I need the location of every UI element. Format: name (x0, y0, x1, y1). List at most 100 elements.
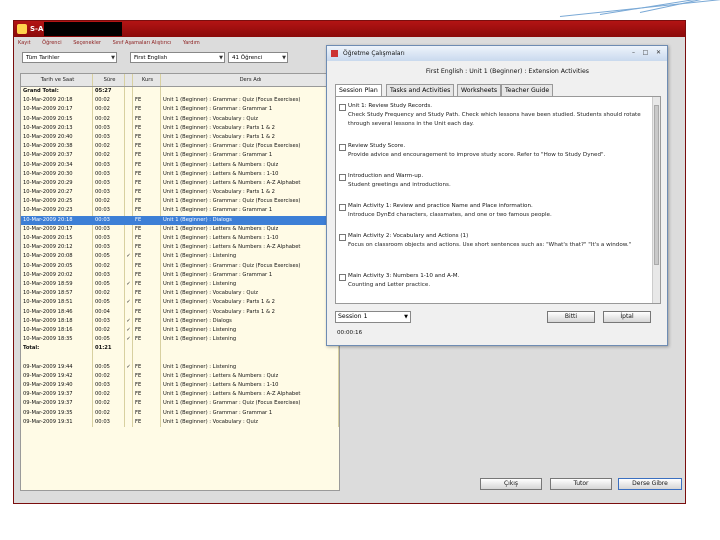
cell-duration: 00:03 (93, 169, 125, 179)
table-row[interactable]: 10-Mar-2009 18:57 00:02 FE Unit 1 (Beginner… (21, 289, 339, 299)
column-header-flag[interactable] (125, 74, 133, 86)
menu-item-class-stages[interactable]: Sınıf Aşamaları Alıştırıcı (113, 40, 172, 46)
course-select[interactable]: First English ▼ (130, 52, 225, 63)
cell-date: 10-Mar-2009 20:15 (21, 114, 93, 124)
table-row[interactable]: 10-Mar-2009 18:46 00:04 FE Unit 1 (Beginner… (21, 307, 339, 317)
plan-item-checkbox[interactable] (339, 274, 346, 281)
table-row[interactable]: 09-Mar-2009 19:31 00:03 FE Unit 1 (Beginner… (21, 417, 339, 427)
table-row[interactable]: 10-Mar-2009 20:05 00:02 FE Unit 1 (Beginner… (21, 261, 339, 271)
cell-duration: 00:02 (93, 151, 125, 161)
column-header-duration[interactable]: Süre (93, 74, 125, 86)
exit-button[interactable]: Çıkış (480, 478, 542, 490)
column-header-course[interactable]: Kurs (133, 74, 161, 86)
scrollbar-thumb[interactable] (654, 105, 659, 265)
cell-flag (125, 289, 133, 299)
table-row[interactable]: 10-Mar-2009 20:02 00:03 FE Unit 1 (Beginner… (21, 270, 339, 280)
plan-item-checkbox[interactable] (339, 204, 346, 211)
grand-total-row: Grand Total: 05:27 (21, 87, 339, 97)
column-header-lesson[interactable]: Ders Adı (161, 74, 339, 86)
table-row[interactable]: 10-Mar-2009 20:40 00:03 FE Unit 1 (Beginner… (21, 132, 339, 143)
table-row[interactable]: 09-Mar-2009 19:37 00:02 FE Unit 1 (Beginner… (21, 399, 339, 409)
plan-item-title: Review Study Score. (348, 143, 406, 149)
table-row[interactable]: 10-Mar-2009 18:51 00:05 ✓ FE Unit 1 (Beginne… (21, 298, 339, 308)
cell-course: FE (133, 325, 161, 336)
table-row[interactable]: 10-Mar-2009 20:23 00:03 FE Unit 1 (Beginner… (21, 206, 339, 216)
table-row[interactable]: 09-Mar-2009 19:40 00:03 FE Unit 1 (Beginner… (21, 381, 339, 391)
cell-course: FE (133, 197, 161, 207)
cell-date: 10-Mar-2009 18:18 (21, 316, 93, 326)
menu-item-options[interactable]: Seçenekler (73, 40, 101, 46)
chevron-down-icon: ▼ (282, 55, 286, 61)
panel-scrollbar[interactable] (652, 97, 660, 303)
table-row[interactable]: 10-Mar-2009 20:37 00:02 FE Unit 1 (Beginner… (21, 151, 339, 161)
title-bar: S-A (14, 21, 685, 37)
cell-lesson: Unit 1 (Beginner) : Grammar : Grammar 1 (161, 105, 339, 115)
tab-teacher-guide[interactable]: Teacher Guide (501, 84, 554, 96)
table-row[interactable]: 10-Mar-2009 20:38 00:02 FE Unit 1 (Beginner… (21, 142, 339, 152)
table-row[interactable]: 10-Mar-2009 20:29 00:03 FE Unit 1 (Beginner… (21, 178, 339, 189)
table-row[interactable]: 10-Mar-2009 18:59 00:05 ✓ FE Unit 1 (Beginne… (21, 279, 339, 290)
cell-flag (125, 371, 133, 381)
table-row[interactable]: 10-Mar-2009 18:16 00:02 ✓ FE Unit 1 (Beginne… (21, 325, 339, 336)
column-header-date[interactable]: Tarih ve Saat (21, 74, 93, 86)
tutor-button[interactable]: Tutor (550, 478, 612, 490)
table-row[interactable]: 10-Mar-2009 20:18 00:02 FE Unit 1 (Beginner… (21, 96, 339, 106)
cell-date: 10-Mar-2009 20:13 (21, 123, 93, 133)
plan-item-desc: Introduce DynEd characters, classmates, … (348, 212, 552, 218)
cancel-button[interactable]: İptal (603, 311, 651, 323)
cell-flag (125, 169, 133, 179)
maximize-icon[interactable]: □ (640, 48, 651, 58)
date-range-select[interactable]: Tüm Tarihler ▼ (22, 52, 117, 63)
table-row[interactable]: 09-Mar-2009 19:37 00:02 FE Unit 1 (Beginner… (21, 390, 339, 400)
minimize-icon[interactable]: – (628, 48, 639, 58)
start-lesson-button[interactable]: Derse Gibre (618, 478, 682, 490)
table-row[interactable]: 10-Mar-2009 20:25 00:02 FE Unit 1 (Beginner… (21, 197, 339, 207)
table-row[interactable]: 10-Mar-2009 20:27 00:03 FE Unit 1 (Beginner… (21, 188, 339, 198)
tab-worksheets[interactable]: Worksheets (457, 84, 502, 96)
cell-duration: 00:05 (93, 298, 125, 308)
student-select[interactable]: 41 Öğrenci ▼ (228, 52, 288, 63)
cell-course: FE (133, 316, 161, 326)
table-row[interactable]: 10-Mar-2009 20:17 00:03 FE Unit 1 (Beginner… (21, 224, 339, 234)
plan-item-checkbox[interactable] (339, 144, 346, 151)
menu-item-record[interactable]: Kayıt (18, 40, 31, 46)
table-row[interactable]: 10-Mar-2009 20:17 00:02 FE Unit 1 (Beginner… (21, 105, 339, 115)
cell-flag (125, 270, 133, 280)
table-row[interactable]: 10-Mar-2009 20:08 00:05 ✓ FE Unit 1 (Beginne… (21, 252, 339, 262)
table-row[interactable]: 10-Mar-2009 20:15 00:02 FE Unit 1 (Beginner… (21, 114, 339, 124)
table-row[interactable]: 10-Mar-2009 20:30 00:03 FE Unit 1 (Beginner… (21, 169, 339, 179)
table-row[interactable]: 10-Mar-2009 20:15 00:03 FE Unit 1 (Beginner… (21, 234, 339, 244)
plan-item-checkbox[interactable] (339, 104, 346, 111)
cell-course: FE (133, 289, 161, 299)
cell-duration: 00:02 (93, 390, 125, 400)
close-icon[interactable]: ✕ (653, 48, 664, 58)
table-row[interactable]: 09-Mar-2009 19:42 00:02 FE Unit 1 (Beginner… (21, 371, 339, 381)
cell-flag: ✓ (125, 335, 133, 345)
cell-course: FE (133, 335, 161, 345)
menu-item-help[interactable]: Yardım (183, 40, 200, 46)
table-row[interactable]: 10-Mar-2009 20:12 00:03 FE Unit 1 (Beginner… (21, 243, 339, 253)
dialog-app-icon (331, 50, 338, 57)
cell-date: 10-Mar-2009 18:57 (21, 289, 93, 299)
session-select[interactable]: Session 1 ▼ (335, 311, 411, 323)
table-row[interactable]: 09-Mar-2009 19:44 00:05 ✓ FE Unit 1 (Beginne… (21, 362, 339, 372)
study-records-table: Tarih ve Saat Süre Kurs Ders Adı Grand T… (20, 73, 340, 491)
finish-button[interactable]: Bitti (547, 311, 595, 323)
table-row[interactable]: 10-Mar-2009 20:34 00:03 FE Unit 1 (Beginner… (21, 160, 339, 170)
table-row[interactable]: 10-Mar-2009 18:35 00:05 ✓ FE Unit 1 (Beginne… (21, 335, 339, 345)
cell-course: FE (133, 381, 161, 391)
tab-tasks-activities[interactable]: Tasks and Activities (386, 84, 455, 96)
cell-flag (125, 224, 133, 234)
cell-course: FE (133, 371, 161, 381)
table-row[interactable]: 10-Mar-2009 18:18 00:03 ✓ FE Unit 1 (Beginne… (21, 316, 339, 326)
menu-item-student[interactable]: Öğrenci (42, 40, 61, 46)
plan-item-checkbox[interactable] (339, 234, 346, 241)
plan-item-checkbox[interactable] (339, 174, 346, 181)
cell-duration: 00:03 (93, 243, 125, 253)
cell-course: FE (133, 261, 161, 271)
table-row[interactable]: 10-Mar-2009 20:13 00:03 FE Unit 1 (Beginner… (21, 123, 339, 133)
table-row[interactable]: 10-Mar-2009 20:18 00:03 FE Unit 1 (Beginner… (21, 215, 339, 225)
cell-flag (125, 132, 133, 143)
table-row[interactable]: 09-Mar-2009 19:35 00:02 FE Unit 1 (Beginner… (21, 408, 339, 418)
spacer-row (21, 353, 339, 363)
